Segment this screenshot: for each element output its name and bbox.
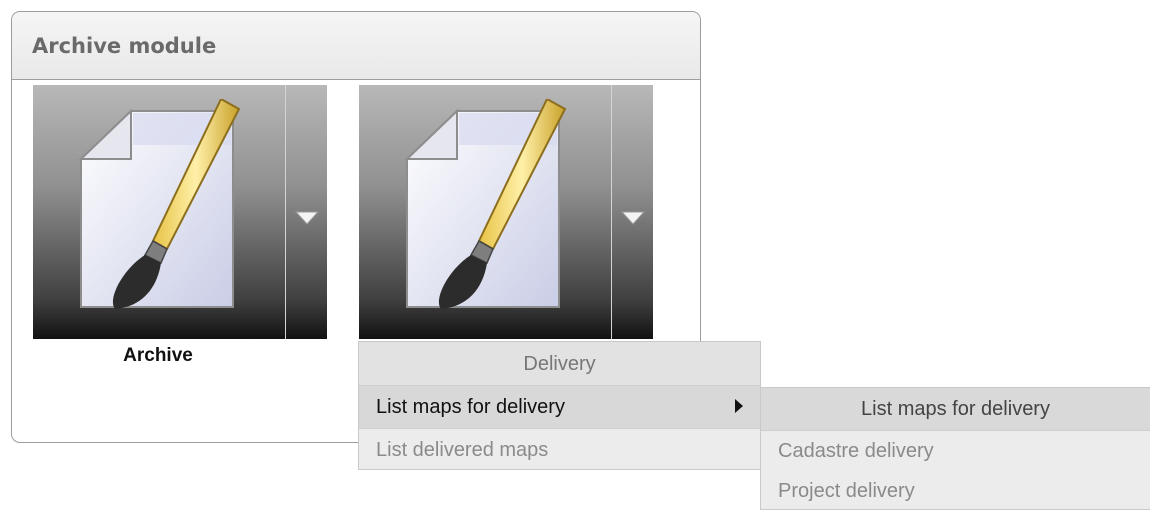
menu-item-label: List maps for delivery: [376, 396, 565, 418]
archive-tile-button[interactable]: [33, 85, 285, 339]
archive-dropdown-toggle[interactable]: [285, 85, 327, 339]
archive-tile-label: Archive: [123, 345, 193, 366]
submenu-header: List maps for delivery: [761, 388, 1150, 431]
submenu-item-cadastre-delivery[interactable]: Cadastre delivery: [761, 431, 1150, 471]
document-paintbrush-icon: [404, 99, 567, 309]
delivery-menu-header: Delivery: [359, 342, 760, 386]
delivery-dropdown-toggle[interactable]: [611, 85, 653, 339]
document-paintbrush-icon: [78, 99, 241, 309]
panel-header: Archive module: [12, 12, 700, 80]
archive-tile[interactable]: [33, 85, 327, 339]
delivery-tile[interactable]: [359, 85, 653, 339]
chevron-down-icon: [620, 211, 646, 225]
menu-item-label: Project delivery: [778, 480, 915, 502]
menu-item-label: Cadastre delivery: [778, 440, 934, 462]
list-maps-submenu: List maps for delivery Cadastre delivery…: [760, 387, 1150, 510]
menu-item-list-maps-for-delivery[interactable]: List maps for delivery: [359, 386, 760, 428]
menu-item-label: List delivered maps: [376, 439, 549, 461]
chevron-down-icon: [294, 211, 320, 225]
delivery-menu: Delivery List maps for delivery List del…: [358, 341, 761, 470]
delivery-tile-button[interactable]: [359, 85, 611, 339]
menu-item-list-delivered-maps[interactable]: List delivered maps: [359, 428, 760, 470]
panel-title: Archive module: [32, 33, 217, 58]
submenu-arrow-icon: [735, 399, 743, 413]
submenu-item-project-delivery[interactable]: Project delivery: [761, 471, 1150, 511]
